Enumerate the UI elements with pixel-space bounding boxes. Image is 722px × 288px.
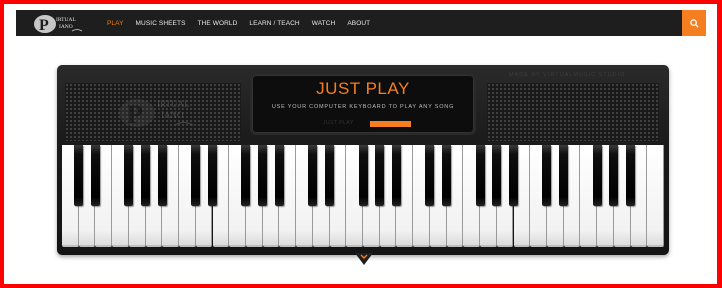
black-key[interactable]: [258, 145, 268, 206]
black-key[interactable]: [358, 145, 368, 206]
top-navigation-bar: P IRTUAL IANO PLAY MUSIC SHEETS THE WORL…: [16, 10, 706, 36]
right-speaker-grille: [487, 83, 659, 141]
mode-instructions: USE YOUR COMPUTER KEYBOARD TO PLAY ANY S…: [271, 104, 455, 110]
black-key[interactable]: [241, 145, 251, 206]
studio-credit: MADE BY VIRTUALMUSIC STUDIO: [509, 72, 626, 78]
black-key[interactable]: [492, 145, 502, 206]
black-key[interactable]: [274, 145, 284, 206]
black-key[interactable]: [592, 145, 602, 206]
black-key[interactable]: [626, 145, 636, 206]
black-key[interactable]: [475, 145, 485, 206]
black-key[interactable]: [325, 145, 335, 206]
black-key[interactable]: [74, 145, 84, 206]
logo-letter: P: [39, 17, 49, 34]
black-key[interactable]: [124, 145, 134, 206]
watermark-word-1: IRTUAL: [157, 99, 189, 109]
black-key[interactable]: [141, 145, 151, 206]
white-key[interactable]: [647, 145, 664, 247]
black-key[interactable]: [425, 145, 435, 206]
logo-word-1: IRTUAL: [56, 17, 76, 23]
black-key[interactable]: [308, 145, 318, 206]
black-key[interactable]: [157, 145, 167, 206]
watermark-letter: P: [127, 100, 143, 129]
nav-item-watch[interactable]: WATCH: [312, 20, 336, 27]
logo-word-2: IANO: [59, 24, 73, 30]
nav-menu: PLAY MUSIC SHEETS THE WORLD LEARN / TEAC…: [107, 10, 382, 36]
chevron-down-icon[interactable]: [360, 254, 368, 260]
nav-item-the-world[interactable]: THE WORLD: [198, 20, 238, 27]
mode-switch-indicator[interactable]: [370, 121, 411, 127]
mode-display-panel: JUST PLAY USE YOUR COMPUTER KEYBOARD TO …: [252, 75, 474, 133]
mode-title: JUST PLAY: [316, 79, 410, 98]
virtual-piano-logo[interactable]: P IRTUAL IANO: [32, 11, 90, 35]
black-key[interactable]: [90, 145, 100, 206]
search-icon: [689, 18, 699, 28]
black-key[interactable]: [375, 145, 385, 206]
black-key[interactable]: [609, 145, 619, 206]
black-key[interactable]: [191, 145, 201, 206]
nav-item-music-sheets[interactable]: MUSIC SHEETS: [136, 20, 186, 27]
piano-keyboard[interactable]: [62, 145, 664, 247]
black-key[interactable]: [208, 145, 217, 206]
piano-logo-watermark: P IRTUAL IANO: [119, 99, 194, 129]
piano-instrument: MADE BY VIRTUALMUSIC STUDIO P IRTUAL IAN…: [57, 65, 669, 255]
black-key[interactable]: [542, 145, 552, 206]
watermark-word-2: IANO: [161, 110, 184, 120]
nav-item-about[interactable]: ABOUT: [347, 20, 370, 27]
nav-item-play[interactable]: PLAY: [107, 20, 124, 27]
nav-item-learn-teach[interactable]: LEARN / TEACH: [249, 20, 299, 27]
black-key[interactable]: [442, 145, 452, 206]
mode-switch-label: JUST PLAY: [323, 120, 354, 126]
black-key[interactable]: [559, 145, 569, 206]
black-key[interactable]: [391, 145, 401, 206]
search-button[interactable]: [682, 10, 706, 36]
black-key[interactable]: [509, 145, 518, 206]
